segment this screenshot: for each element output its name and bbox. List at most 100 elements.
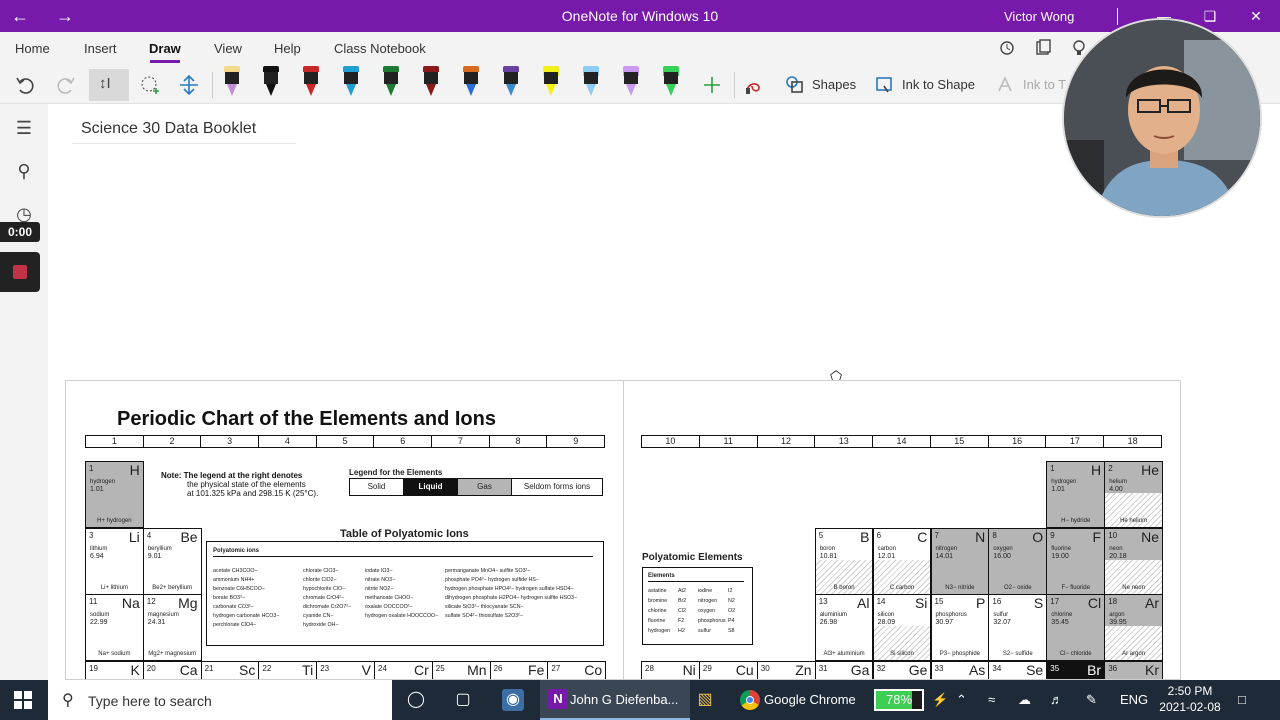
onenote-icon: N bbox=[548, 689, 568, 709]
ink-to-shape-button[interactable]: Ink to Shape bbox=[902, 77, 975, 92]
element-cell-zn: 30Znzinc bbox=[756, 661, 816, 679]
redo-icon[interactable] bbox=[55, 74, 77, 96]
stop-recording-button[interactable] bbox=[0, 252, 40, 292]
element-cell-as: 33Asarsenic bbox=[930, 661, 990, 679]
camera-app-icon[interactable]: ◉ bbox=[502, 689, 524, 711]
show-hidden-icons-icon[interactable]: ⌃ bbox=[956, 692, 967, 708]
pen-tip bbox=[426, 84, 436, 96]
taskbar-chrome-app[interactable]: Google Chrome bbox=[734, 680, 864, 720]
poly-element-cell: H2 bbox=[678, 628, 685, 634]
tab-home[interactable]: Home bbox=[15, 41, 50, 56]
volume-icon[interactable]: ♬ bbox=[1050, 692, 1063, 707]
pen-7-icon[interactable] bbox=[462, 66, 480, 98]
tab-view[interactable]: View bbox=[214, 41, 242, 56]
element-name: beryllium bbox=[147, 546, 172, 552]
pen-12-icon[interactable] bbox=[662, 66, 680, 98]
element-name: oxygen bbox=[993, 546, 1013, 552]
notifications-icon[interactable]: □ bbox=[1238, 692, 1246, 707]
pen-body bbox=[384, 72, 398, 84]
ion-label: O2− oxide bbox=[1004, 585, 1032, 591]
taskbar-search-box[interactable]: ⚲ Type here to search bbox=[48, 680, 392, 720]
onedrive-cloud-icon[interactable]: ☁ bbox=[1018, 692, 1031, 708]
tab-help[interactable]: Help bbox=[274, 41, 301, 56]
atomic-number: 11 bbox=[89, 597, 98, 606]
taskbar-clock[interactable]: 2:50 PM 2021-02-08 bbox=[1150, 683, 1230, 715]
group-number: 7 bbox=[432, 436, 490, 447]
atomic-mass: 24.31 bbox=[147, 619, 166, 626]
poly-ion-cell: dihydrogen phosphate H2PO4− hydrogen sul… bbox=[445, 595, 578, 601]
windows-start-icon[interactable] bbox=[14, 691, 32, 709]
element-cell-br: 35Brbromine bbox=[1046, 661, 1106, 679]
pen-1-icon[interactable] bbox=[223, 66, 241, 98]
poly-ion-cell: carbonate CO3²− bbox=[213, 604, 254, 610]
notebooks-icon[interactable]: ☰ bbox=[12, 116, 36, 140]
tab-insert[interactable]: Insert bbox=[84, 41, 117, 56]
element-name: fluorine bbox=[1051, 546, 1071, 552]
power-plug-icon[interactable]: ⚡ bbox=[932, 692, 948, 708]
polyatomic-elements-table: Elements astatine At2 iodine I2 bromine Br2 ni… bbox=[642, 567, 753, 645]
atomic-number: 20 bbox=[146, 664, 156, 673]
atomic-number: 22 bbox=[262, 664, 272, 673]
polyatomic-elements-header: Elements bbox=[648, 573, 744, 582]
ink-replay-icon[interactable] bbox=[742, 74, 764, 96]
poly-ion-cell: phosphate PO4³− hydrogen sulfide HS− bbox=[445, 577, 539, 583]
poly-element-cell: I2 bbox=[728, 588, 733, 594]
pen-2-icon[interactable] bbox=[262, 66, 280, 98]
page-title[interactable]: Science 30 Data Booklet bbox=[81, 120, 256, 138]
search-icon[interactable]: ⚲ bbox=[12, 159, 36, 183]
sync-status-icon[interactable] bbox=[998, 39, 1016, 57]
clock-date: 2021-02-08 bbox=[1159, 700, 1221, 714]
tab-class-notebook[interactable]: Class Notebook bbox=[334, 41, 426, 56]
ink-to-text-button[interactable]: Ink to T bbox=[1023, 77, 1066, 92]
user-name[interactable]: Victor Wong bbox=[1004, 9, 1074, 24]
element-symbol: Cu bbox=[735, 662, 754, 678]
wifi-icon[interactable]: ≈ bbox=[988, 692, 995, 707]
ink-to-text-icon[interactable] bbox=[996, 74, 1018, 96]
file-explorer-icon[interactable]: ▧ bbox=[694, 689, 716, 711]
atomic-number: 1 bbox=[89, 464, 94, 473]
add-space-icon[interactable] bbox=[178, 74, 200, 96]
pen-5-icon[interactable] bbox=[382, 66, 400, 98]
element-name: nitrogen bbox=[935, 546, 958, 552]
add-pen-icon[interactable] bbox=[701, 74, 723, 96]
shapes-icon[interactable] bbox=[784, 74, 806, 96]
taskbar-onenote-app[interactable]: N John G Diefenba... bbox=[540, 680, 690, 720]
pen-8-icon[interactable] bbox=[502, 66, 520, 98]
undo-icon[interactable] bbox=[14, 74, 36, 96]
polyatomic-elements-title: Polyatomic Elements bbox=[642, 552, 743, 563]
task-view-icon[interactable]: ▢ bbox=[452, 689, 474, 711]
pen-6-icon[interactable] bbox=[422, 66, 440, 98]
periodic-chart-printout[interactable]: Periodic Chart of the Elements and Ions … bbox=[65, 380, 1181, 680]
tab-draw[interactable]: Draw bbox=[149, 41, 181, 56]
restore-icon[interactable]: ❏ bbox=[1200, 6, 1220, 26]
pen-4-icon[interactable] bbox=[342, 66, 360, 98]
select-text-tool[interactable]: ↕I bbox=[89, 69, 129, 101]
pen-9-icon[interactable] bbox=[542, 66, 560, 98]
lasso-select-icon[interactable] bbox=[138, 74, 160, 96]
battery-indicator[interactable]: 78% bbox=[874, 689, 924, 711]
cortana-icon[interactable]: ◯ bbox=[405, 689, 427, 711]
stop-icon bbox=[13, 265, 27, 279]
element-cell-sc: 21Scscandium bbox=[200, 661, 260, 679]
atomic-number: 31 bbox=[818, 664, 828, 673]
pen-11-icon[interactable] bbox=[622, 66, 640, 98]
ink-to-shape-icon[interactable] bbox=[874, 74, 896, 96]
close-icon[interactable]: ✕ bbox=[1246, 6, 1266, 26]
element-name: helium bbox=[1109, 479, 1127, 485]
element-symbol: Ar bbox=[1144, 595, 1159, 611]
legend-title: Legend for the Elements bbox=[349, 468, 443, 477]
ion-label: H+ hydrogen bbox=[97, 518, 132, 524]
pen-10-icon[interactable] bbox=[582, 66, 600, 98]
input-language[interactable]: ENG bbox=[1120, 692, 1148, 707]
shapes-button[interactable]: Shapes bbox=[812, 77, 856, 92]
atomic-mass: 12.01 bbox=[877, 553, 896, 560]
page-view-icon[interactable] bbox=[1034, 39, 1052, 57]
active-tab-indicator bbox=[150, 60, 180, 63]
atomic-number: 3 bbox=[89, 531, 94, 540]
atomic-mass: 32.07 bbox=[993, 619, 1011, 626]
pen-workspace-icon[interactable]: ✎ bbox=[1086, 692, 1097, 708]
poly-element-cell: O2 bbox=[728, 608, 736, 614]
poly-ion-cell: benzoate C6H5COO− bbox=[213, 586, 265, 592]
pen-3-icon[interactable] bbox=[302, 66, 320, 98]
pen-body bbox=[225, 72, 239, 84]
